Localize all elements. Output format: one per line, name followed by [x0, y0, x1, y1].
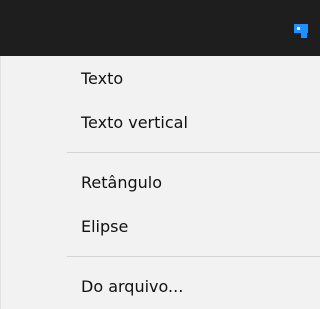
menu-item-retangulo[interactable]: Retângulo: [1, 160, 320, 204]
menu-item-label: Elipse: [81, 216, 129, 236]
shape-insert-button[interactable]: [286, 16, 316, 46]
menu-item-texto-vertical[interactable]: Texto vertical: [1, 100, 320, 144]
menu-item-texto[interactable]: Texto: [1, 56, 320, 100]
menu-separator: [67, 256, 320, 257]
menu-separator: [67, 152, 320, 153]
menu-item-label: Texto vertical: [81, 112, 188, 132]
menu-item-label: Do arquivo...: [81, 276, 184, 296]
menu-item-do-arquivo[interactable]: Do arquivo...: [1, 264, 320, 308]
insert-dropdown-menu: Texto Texto vertical Retângulo Elipse Do…: [0, 56, 320, 309]
menu-item-label: Texto: [81, 68, 124, 88]
menu-item-elipse[interactable]: Elipse: [1, 204, 320, 248]
top-toolbar: [0, 0, 320, 56]
shape-insert-icon: [294, 24, 308, 38]
menu-item-label: Retângulo: [81, 172, 162, 192]
